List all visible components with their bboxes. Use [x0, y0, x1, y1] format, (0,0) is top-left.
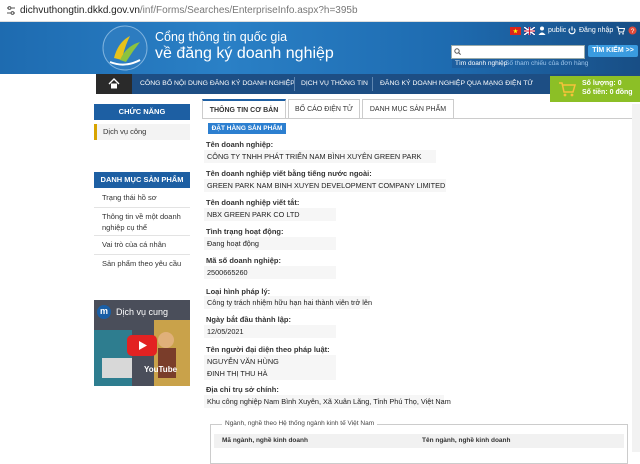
power-icon[interactable] [568, 26, 576, 35]
login-link[interactable]: Đăng nhập [579, 27, 613, 34]
industry-legend: Ngành, nghề theo Hệ thống ngành kinh tế … [222, 420, 378, 427]
sidebar-item-custom-product[interactable]: Sản phẩm theo yêu cầu [94, 258, 190, 269]
search-tab-enterprise[interactable]: Tìm doanh nghiệp [452, 59, 511, 68]
site-title-line2: về đăng ký doanh nghiệp [155, 45, 334, 62]
nav-item-info-service[interactable]: DỊCH VỤ THÔNG TIN [301, 80, 368, 87]
short-name-label: Tên doanh nghiệp viết tắt: [206, 198, 300, 207]
sidebar-item-public-service[interactable]: Dịch vụ công [94, 124, 190, 140]
top-links: public Đăng nhập ? [510, 25, 640, 39]
founding-date-label: Ngày bắt đầu thành lập: [206, 315, 292, 324]
tab-basic-info[interactable]: THÔNG TIN CƠ BẢN [202, 99, 286, 119]
play-icon[interactable] [127, 335, 157, 356]
url-path: /inf/Forms/Searches/EnterpriseInfo.aspx?… [139, 5, 358, 16]
video-title[interactable]: Dịch vụ cung [116, 307, 168, 317]
sidebar-divider [94, 254, 190, 255]
site-title-line1: Cổng thông tin quốc gia [155, 30, 288, 44]
search-input[interactable] [451, 45, 585, 59]
sidebar-item-enterprise-info[interactable]: Thông tin về một doanh nghiệp cụ thể [94, 211, 184, 233]
legal-representative-value: ĐINH THỊ THU HÀ [204, 367, 336, 380]
foreign-name-value: GREEN PARK NAM BINH XUYEN DEVELOPMENT CO… [204, 179, 446, 192]
nav-divider [294, 77, 295, 91]
tab-electronic-announcement[interactable]: BỐ CÁO ĐIỆN TỬ [288, 99, 360, 119]
page-scrollbar[interactable] [632, 104, 640, 452]
tabs-underline [202, 118, 640, 119]
sidebar-divider [94, 235, 190, 236]
tab-product-catalog[interactable]: DANH MỤC SẢN PHẨM [362, 99, 454, 119]
industry-col-code: Mã ngành, nghề kinh doanh [222, 437, 308, 444]
help-icon[interactable]: ? [628, 26, 637, 35]
cart-icon[interactable] [616, 26, 625, 35]
legal-type-value: Công ty trách nhiệm hữu hạn hai thành vi… [204, 296, 372, 309]
search-tab-order-ref[interactable]: Số tham chiếu của đơn hàng [505, 60, 588, 67]
nav-item-publish[interactable]: CÔNG BỐ NỘI DUNG ĐĂNG KÝ DOANH NGHIỆP [140, 80, 295, 87]
url-text[interactable]: dichvuthongtin.dkkd.gov.vn/inf/Forms/Sea… [20, 5, 358, 16]
sidebar-products-title: DANH MỤC SẢN PHẨM [94, 172, 190, 188]
sidebar-divider [94, 207, 190, 208]
enterprise-code-label: Mã số doanh nghiệp: [206, 256, 281, 265]
short-name-value: NBX GREEN PARK CO LTD [204, 208, 336, 221]
industry-table-header: Mã ngành, nghề kinh doanh Tên ngành, ngh… [214, 434, 624, 448]
sidebar-item-file-status[interactable]: Trạng thái hồ sơ [94, 192, 190, 203]
industry-col-name: Tên ngành, nghề kinh doanh [422, 437, 511, 444]
operation-status-label: Tình trạng hoạt động: [206, 227, 284, 236]
sidebar-item-personal-role[interactable]: Vai trò của cá nhân [94, 239, 190, 250]
youtube-logo[interactable]: YouTube [144, 365, 177, 374]
user-label: public [548, 27, 567, 34]
channel-avatar[interactable]: m [97, 305, 111, 319]
cart-quantity: Số lượng: 0 [582, 80, 622, 87]
legal-type-label: Loại hình pháp lý: [206, 287, 271, 296]
browser-url-bar[interactable]: dichvuthongtin.dkkd.gov.vn/inf/Forms/Sea… [0, 0, 640, 22]
uk-flag-icon[interactable] [524, 27, 535, 35]
site-header: Cổng thông tin quốc gia về đăng ký doanh… [0, 22, 640, 74]
site-logo[interactable] [100, 24, 150, 72]
nav-item-online-registration[interactable]: ĐĂNG KÝ DOANH NGHIỆP QUA MẠNG ĐIỆN TỬ [380, 80, 533, 87]
svg-text:?: ? [631, 28, 635, 35]
user-icon [538, 26, 546, 35]
search-icon [454, 48, 461, 55]
head-office-value: Khu công nghiệp Nam Bình Xuyên, Xã Xuân … [204, 395, 451, 408]
operation-status-value: Đang hoạt động [204, 237, 336, 250]
video-embed[interactable]: m Dịch vụ cung YouTube [94, 300, 190, 386]
order-product-button[interactable]: ĐẶT HÀNG SẢN PHẨM [208, 123, 286, 134]
cart-amount: Số tiền: 0 đồng [582, 89, 633, 96]
legal-representative-label: Tên người đại diện theo pháp luật: [206, 345, 330, 354]
foreign-name-label: Tên doanh nghiệp viết bằng tiếng nước ng… [206, 169, 372, 178]
sidebar-functions-title: CHỨC NĂNG [94, 104, 190, 120]
nav-home-button[interactable] [96, 74, 132, 94]
enterprise-name-value: CÔNG TY TNHH PHÁT TRIỂN NAM BÌNH XUYÊN G… [204, 150, 436, 163]
founding-date-value: 12/05/2021 [204, 325, 336, 338]
head-office-label: Địa chỉ trụ sở chính: [206, 385, 279, 394]
enterprise-code-value: 2500665260 [204, 266, 336, 279]
tune-icon[interactable] [6, 5, 16, 16]
cart-icon [559, 82, 576, 97]
url-host: dichvuthongtin.dkkd.gov.vn [20, 5, 140, 16]
nav-divider [372, 77, 373, 91]
search-button[interactable]: TÌM KIẾM >> [588, 45, 638, 57]
content-tabs: THÔNG TIN CƠ BẢN BỐ CÁO ĐIỆN TỬ DANH MỤC… [202, 99, 640, 119]
enterprise-name-label: Tên doanh nghiệp: [206, 140, 274, 149]
home-icon [108, 78, 120, 89]
vietnam-flag-icon[interactable] [510, 27, 521, 35]
